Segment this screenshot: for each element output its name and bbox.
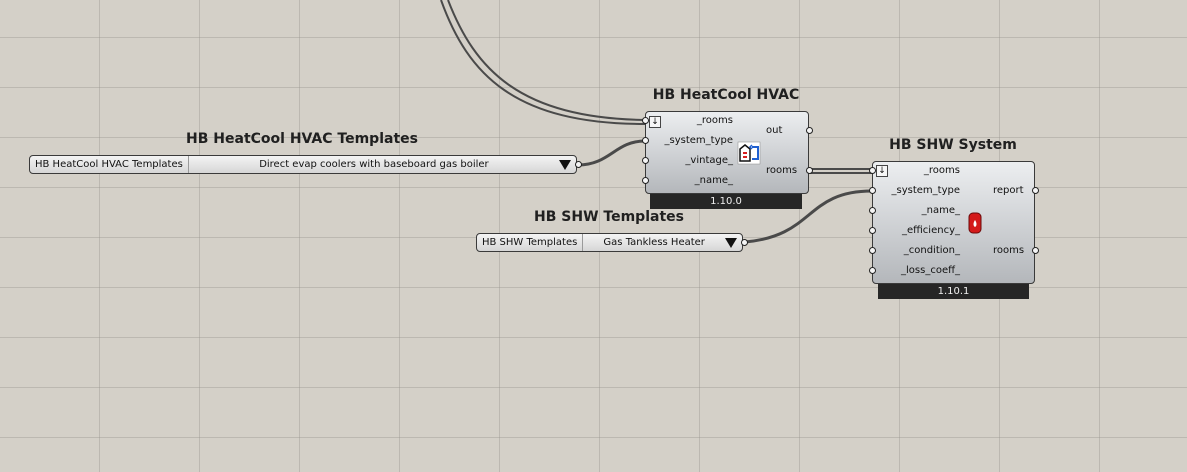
hvac-input-rooms: _rooms: [696, 115, 733, 126]
hvac-input-name: _name_: [694, 175, 733, 186]
shw-component-title: HB SHW System: [889, 137, 1017, 153]
shw-efficiency-input-grip[interactable]: [869, 227, 876, 234]
hvac-templates-title: HB HeatCool HVAC Templates: [186, 131, 418, 147]
shw-templates-list[interactable]: HB SHW Templates Gas Tankless Heater: [476, 233, 743, 252]
shw-output-report: report: [993, 185, 1024, 196]
hvac-out-output-grip[interactable]: [806, 127, 813, 134]
shw-templates-output-grip[interactable]: [741, 239, 748, 246]
shw-report-output-grip[interactable]: [1032, 187, 1039, 194]
shw-input-system-type: _system_type: [891, 185, 961, 196]
rooms-input-wire: [440, 0, 646, 125]
shw-system-type-input-grip[interactable]: [869, 187, 876, 194]
shw-input-efficiency: _efficiency_: [901, 225, 960, 236]
hvac-rooms-output-grip[interactable]: [806, 167, 813, 174]
shw-input-rooms: _rooms: [923, 165, 960, 176]
shw-templates-selected[interactable]: Gas Tankless Heater: [583, 237, 725, 248]
shw-input-condition: _condition_: [903, 245, 960, 256]
hvac-output-rooms: rooms: [766, 165, 798, 176]
hvac-templates-list[interactable]: HB HeatCool HVAC Templates Direct evap c…: [29, 155, 577, 174]
shw-rooms-output-grip[interactable]: [1032, 247, 1039, 254]
hvac-component-title: HB HeatCool HVAC: [652, 87, 800, 103]
hvac-system-type-input-grip[interactable]: [642, 137, 649, 144]
hvac-input-system-type: _system_type: [664, 135, 734, 146]
hvac-rooms-input-grip[interactable]: [642, 117, 649, 124]
shw-rooms-input-grip[interactable]: [869, 167, 876, 174]
shw-loss-coeff-input-grip[interactable]: [869, 267, 876, 274]
hvac-vintage-input-grip[interactable]: [642, 157, 649, 164]
hvac-output-out: out: [766, 125, 783, 136]
shw-input-loss-coeff: _loss_coeff_: [901, 265, 960, 276]
chevron-down-icon[interactable]: [559, 159, 571, 170]
shw-version: 1.10.1: [878, 284, 1029, 299]
shw-condition-input-grip[interactable]: [869, 247, 876, 254]
hvac-templates-selected[interactable]: Direct evap coolers with baseboard gas b…: [189, 159, 559, 170]
chevron-down-icon[interactable]: [725, 237, 737, 248]
rooms-input-wire: [447, 0, 646, 121]
hvac-heatcool-icon: [737, 141, 761, 165]
hvac-version: 1.10.0: [650, 194, 802, 209]
shw-name-input-grip[interactable]: [869, 207, 876, 214]
shw-templates-title: HB SHW Templates: [534, 209, 684, 225]
hvac-templates-label: HB HeatCool HVAC Templates: [30, 156, 189, 173]
water-heater-icon: [968, 212, 982, 234]
shw-input-name: _name_: [921, 205, 960, 216]
shw-templates-label: HB SHW Templates: [477, 234, 584, 251]
hvac-input-vintage: _vintage_: [685, 155, 733, 166]
shw-output-rooms: rooms: [993, 245, 1025, 256]
hvac-name-input-grip[interactable]: [642, 177, 649, 184]
hvac-template-wire: [577, 139, 646, 167]
hvac-templates-output-grip[interactable]: [575, 161, 582, 168]
